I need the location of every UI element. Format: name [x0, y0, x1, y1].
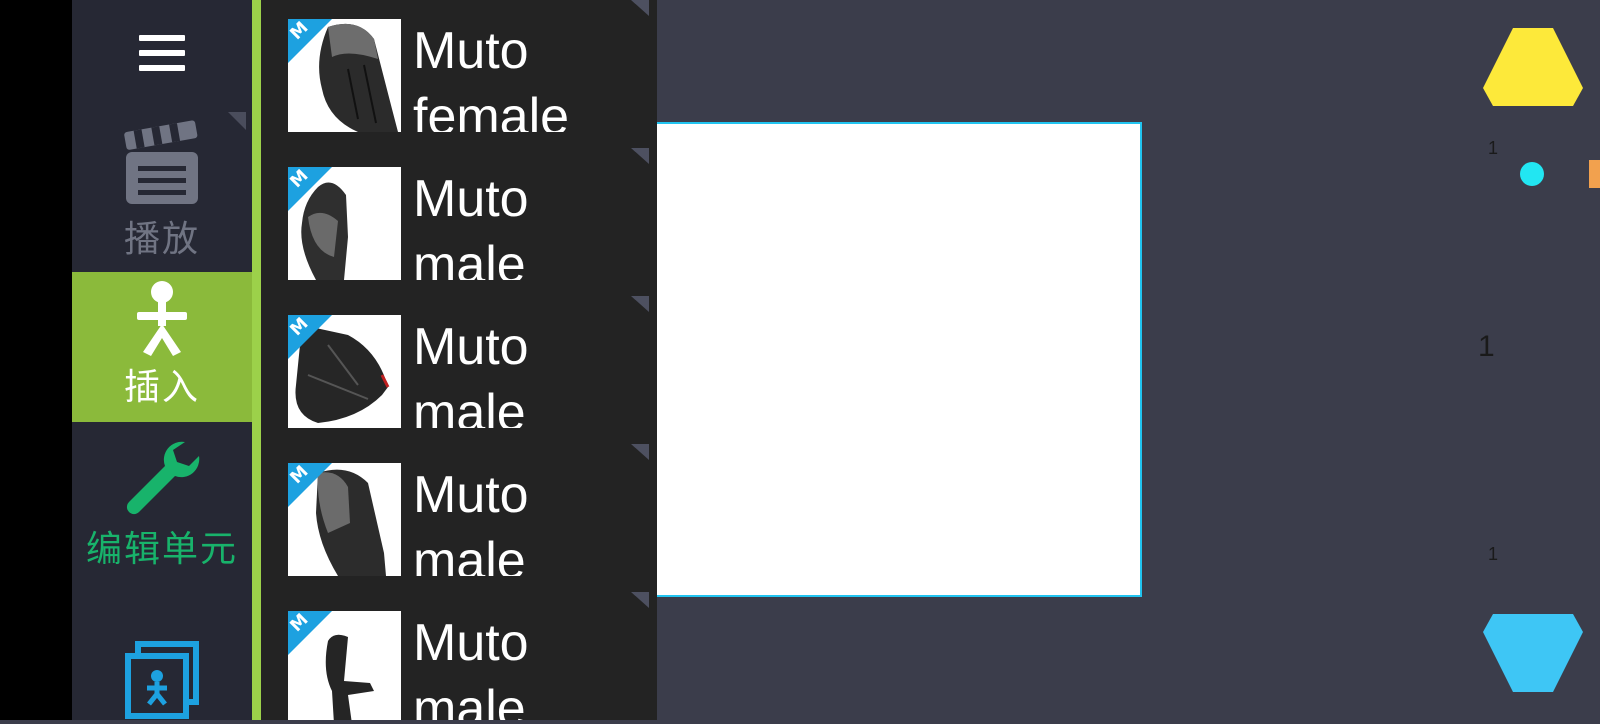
timeline-bottom-marker: 1: [1488, 544, 1499, 564]
expand-corner-icon[interactable]: [631, 0, 649, 16]
thumbnail-image: M: [288, 167, 401, 280]
hamburger-menu-icon: [139, 32, 185, 74]
clapperboard-icon: [124, 120, 198, 204]
asset-list[interactable]: M Muto female M Muto male M Muto male M …: [261, 0, 657, 720]
stage-canvas[interactable]: [657, 122, 1142, 597]
sidebar: 播放 插入 编辑单元: [72, 0, 252, 720]
item-name: Muto male: [413, 614, 529, 720]
list-item[interactable]: M Muto male: [261, 444, 657, 592]
left-edge: [0, 0, 72, 720]
timeline-top-marker: 1: [1488, 138, 1499, 158]
expand-corner-icon[interactable]: [631, 444, 649, 460]
sidebar-item-insert[interactable]: 插入: [72, 272, 252, 422]
expand-corner-icon[interactable]: [631, 296, 649, 312]
sidebar-item-label: 播放: [123, 219, 200, 260]
menu-button[interactable]: [72, 0, 252, 105]
expand-corner-icon[interactable]: [631, 148, 649, 164]
panel-divider: [252, 0, 261, 720]
sidebar-item-play[interactable]: 播放: [72, 110, 252, 270]
stick-figure-icon: [137, 281, 187, 356]
item-name: Muto female: [413, 22, 570, 132]
wrench-icon: [126, 441, 200, 515]
next-frame-button[interactable]: [1483, 614, 1583, 692]
list-item[interactable]: M Muto female: [261, 0, 657, 148]
item-name: Muto male: [413, 466, 529, 576]
sidebar-item-label: 编辑单元: [85, 529, 238, 570]
list-item[interactable]: M Muto male: [261, 148, 657, 296]
item-name: Muto male: [413, 318, 529, 428]
sidebar-item-label: 插入: [123, 367, 200, 408]
thumbnail-image: M: [288, 611, 401, 720]
list-item[interactable]: M Muto male: [261, 592, 657, 720]
photo-stack-icon: [125, 641, 199, 719]
sidebar-item-gallery[interactable]: [72, 640, 252, 720]
timeline-marker[interactable]: [1589, 160, 1600, 188]
timeline-dot-icon[interactable]: [1520, 162, 1544, 186]
thumbnail-image: M: [288, 315, 401, 428]
expand-corner-icon[interactable]: [631, 592, 649, 608]
thumbnail-image: M: [288, 19, 401, 132]
thumbnail-image: M: [288, 463, 401, 576]
sidebar-item-edit-unit[interactable]: 编辑单元: [72, 430, 252, 630]
current-frame-number: 1: [1478, 330, 1495, 363]
list-item[interactable]: M Muto male: [261, 296, 657, 444]
item-name: Muto male: [413, 170, 529, 280]
previous-frame-button[interactable]: [1483, 28, 1583, 106]
